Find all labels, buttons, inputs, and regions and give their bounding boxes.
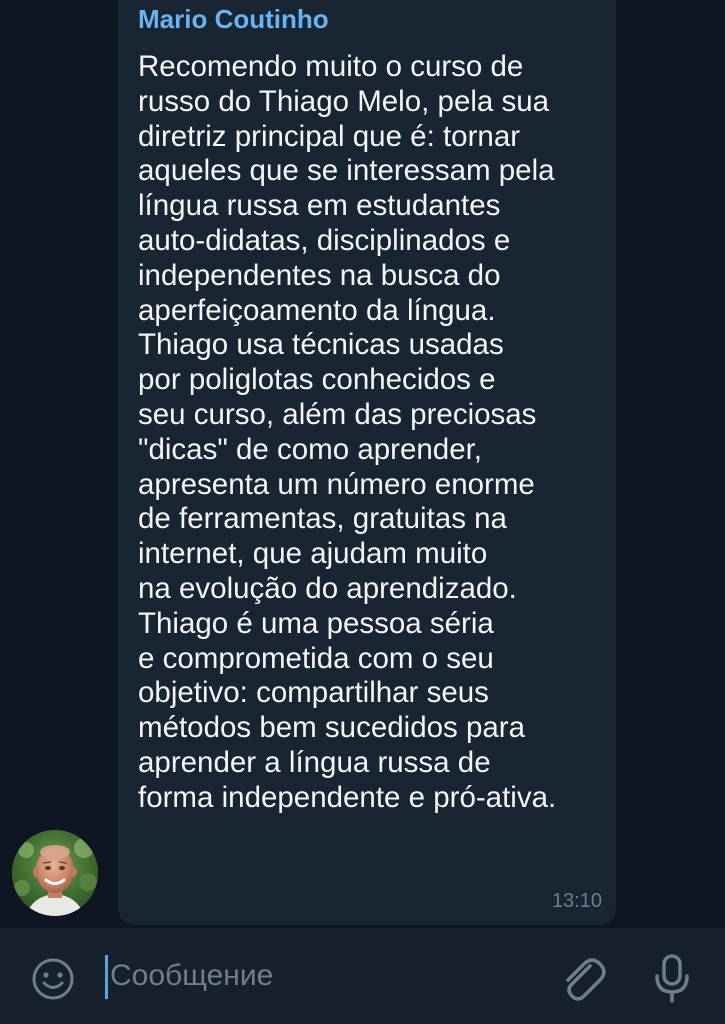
smile-icon [32,958,74,1000]
microphone-icon [655,954,689,1003]
avatar-photo [12,830,98,916]
avatar[interactable] [12,830,98,916]
message-line: apresenta um número enorme [138,467,535,501]
message-line: Recomendo muito o curso de [138,50,524,83]
message-line: internet, que ajudam muito [138,537,488,571]
chat-area[interactable]: Mario Coutinho Recomendo muito o curso d… [0,0,725,928]
message-line: auto-didatas, disciplinados e [138,223,511,257]
text-cursor [105,955,108,999]
message-line: aqueles que se interessam pela [138,154,555,188]
message-line: e comprometida com o seu [138,641,494,675]
message-line: diretriz principal que é: tornar [138,119,521,153]
message-line: russo do Thiago Melo, pela sua [138,84,550,118]
message-text: Recomendo muito o curso de russo do Thia… [138,50,608,816]
attach-button[interactable] [556,952,606,1006]
message-line: forma independente e pró-ativa. [138,780,557,814]
message-line: de ferramentas, gratuitas na [138,502,507,536]
paperclip-icon [566,958,606,1001]
message-line: seu curso, além das preciosas [138,397,537,431]
message-line: língua russa em estudantes [138,189,501,223]
message-line: Thiago usa técnicas usadas [138,328,504,362]
message-line: Thiago é uma pessoa séria [138,606,494,640]
message-input-bar [0,928,725,1024]
message-line: objetivo: compartilhar seus [138,676,489,710]
message-line: por poliglotas conhecidos e [138,363,496,397]
sender-name[interactable]: Mario Coutinho [138,4,329,35]
emoji-button[interactable] [30,956,76,1002]
message-line: independentes na busca do [138,258,501,292]
message-line: na evolução do aprendizado. [138,571,517,605]
message-input[interactable] [110,956,510,996]
message-line: aprender a língua russa de [138,745,491,779]
message-line: métodos bem sucedidos para [138,711,526,745]
message-line: "dicas" de como aprender, [138,432,483,466]
message-bubble[interactable]: Mario Coutinho Recomendo muito o curso d… [118,0,616,925]
message-timestamp: 13:10 [551,890,602,912]
message-line: aperfeiçoamento da língua. [138,293,496,327]
mic-button[interactable] [650,950,694,1006]
